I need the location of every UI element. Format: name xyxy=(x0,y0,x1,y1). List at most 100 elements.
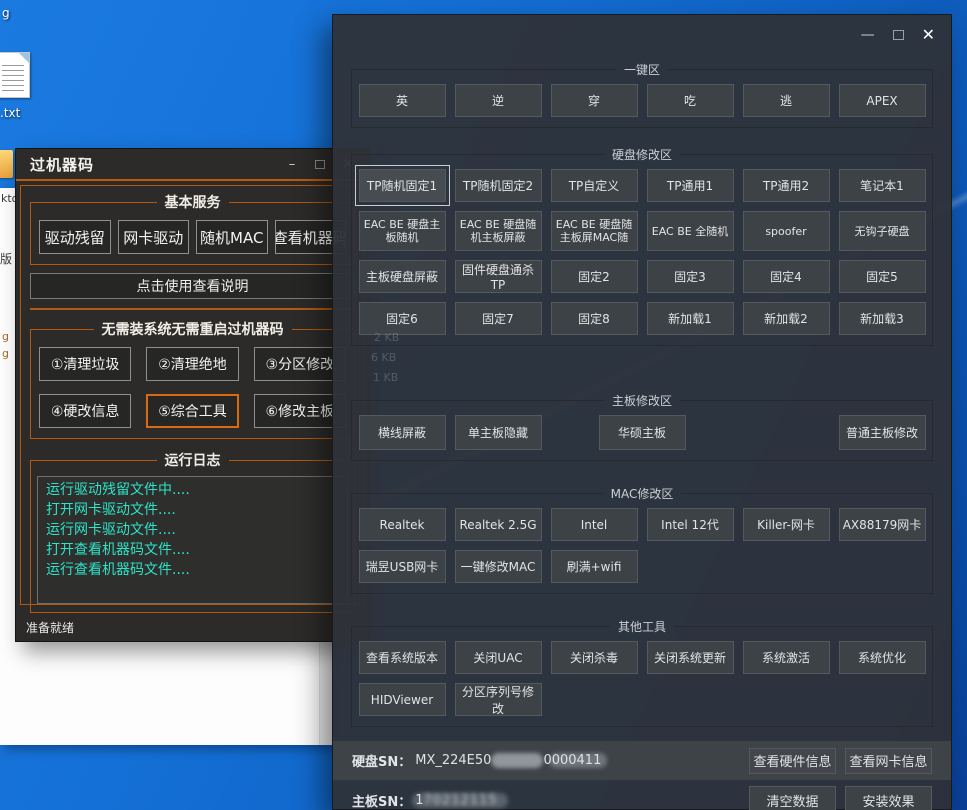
disk-row-3: 主板硬盘屏蔽固件硬盘通杀TP 固定2 固定3 固定4 固定5 xyxy=(358,260,926,293)
ghost-filesize-text: 6 KB xyxy=(371,351,396,364)
tool-panel-window: — ✕ 一键区 英逆穿吃逃APEX 硬盘修改区 TP随机固定1TP随机固定2TP… xyxy=(332,14,952,810)
disk-button[interactable]: 无钩子硬盘 xyxy=(839,211,926,251)
tool-button[interactable]: 关闭杀毒 xyxy=(551,641,638,674)
board-button[interactable]: 横线屏蔽 xyxy=(359,415,446,450)
desktop-icon-label[interactable]: g xyxy=(2,6,10,20)
disk-button[interactable]: EAC BE 全随机 xyxy=(647,211,734,251)
onekey-button[interactable]: 逃 xyxy=(743,84,830,117)
disk-button[interactable]: TP随机固定1 xyxy=(359,169,446,202)
text-file-icon[interactable] xyxy=(0,52,30,98)
disk-button[interactable]: TP自定义 xyxy=(551,169,638,202)
right-titlebar[interactable]: — ✕ xyxy=(333,15,951,55)
view-nic-info-button[interactable]: 查看网卡信息 xyxy=(845,748,932,774)
noreboot-step-button[interactable]: ①清理垃圾 xyxy=(39,347,131,381)
basic-service-button[interactable]: 随机MAC xyxy=(196,220,268,254)
noreboot-step-button[interactable]: ④硬改信息 xyxy=(39,394,131,428)
board-sn-row: 主板SN： 170212115 清空数据 安装效果 xyxy=(333,786,951,810)
board-button[interactable]: 单主板隐藏 xyxy=(455,415,542,450)
onekey-button[interactable]: 逆 xyxy=(455,84,542,117)
disk-button[interactable]: 固定8 xyxy=(551,302,638,335)
disk-button[interactable]: 固定5 xyxy=(839,260,926,293)
mac-button[interactable]: Realtek xyxy=(359,508,446,541)
minimize-icon[interactable]: — xyxy=(861,28,875,42)
disk-button[interactable]: 新加载1 xyxy=(647,302,734,335)
disk-button[interactable]: 新加载2 xyxy=(743,302,830,335)
tool-button[interactable]: 分区序列号修改 xyxy=(455,683,542,716)
tool-button[interactable]: 关闭UAC xyxy=(455,641,542,674)
group-noreboot: 无需装系统无需重启过机器码 ①清理垃圾②清理绝地③分区修改④硬改信息⑤综合工具⑥… xyxy=(30,319,355,439)
mac-button[interactable]: Realtek 2.5G xyxy=(455,508,542,541)
disk-button[interactable]: 固件硬盘通杀TP xyxy=(455,260,542,293)
group-mac-modify: MAC修改区 RealtekRealtek 2.5GIntelIntel 12代… xyxy=(351,485,933,594)
board-button[interactable]: 普通主板修改 xyxy=(839,415,926,450)
tool-button[interactable]: 系统激活 xyxy=(743,641,830,674)
mac-button[interactable]: Killer-网卡 xyxy=(743,508,830,541)
group-disk-modify: 硬盘修改区 TP随机固定1TP随机固定2TP自定义TP通用1TP通用2笔记本1 … xyxy=(351,146,933,346)
mac-row-2: 瑞昱USB网卡一键修改MAC 刷满+wifi xyxy=(358,550,926,583)
orange-divider xyxy=(16,179,369,181)
disk-button[interactable]: 固定4 xyxy=(743,260,830,293)
mac-button[interactable]: AX88179网卡 xyxy=(839,508,926,541)
mac-button[interactable]: 一键修改MAC xyxy=(455,550,542,583)
folder-icon[interactable] xyxy=(0,150,13,178)
onekey-button[interactable]: 穿 xyxy=(551,84,638,117)
text-file-label[interactable]: .txt xyxy=(0,106,20,120)
tool-button[interactable]: HIDViewer xyxy=(359,683,446,716)
usage-help-button[interactable]: 点击使用查看说明 xyxy=(30,273,355,299)
status-bar: 准备就绪 xyxy=(26,619,74,636)
noreboot-step-button[interactable]: ②清理绝地 xyxy=(146,347,238,381)
close-icon[interactable]: ✕ xyxy=(922,27,935,43)
onekey-buttons-row: 英逆穿吃逃 APEX xyxy=(358,84,926,117)
disk-button[interactable]: EAC BE 硬盘随机主板屏蔽 xyxy=(455,211,542,251)
disk-sn-value: MX_224E500000411 xyxy=(415,753,607,768)
basic-service-button[interactable]: 驱动残留 xyxy=(39,220,111,254)
onekey-button[interactable]: APEX xyxy=(839,84,926,117)
disk-button[interactable]: 固定6 xyxy=(359,302,446,335)
disk-button[interactable]: 主板硬盘屏蔽 xyxy=(359,260,446,293)
disk-button[interactable]: 固定3 xyxy=(647,260,734,293)
disk-button[interactable]: EAC BE 硬盘随 主板屏MAC随 xyxy=(551,211,638,251)
disk-button[interactable]: spoofer xyxy=(743,211,830,251)
group-title: 其他工具 xyxy=(610,618,674,635)
group-board-modify: 主板修改区 横线屏蔽 单主板隐藏 华硕主板 普通主板修改 xyxy=(351,392,933,461)
view-hardware-info-button[interactable]: 查看硬件信息 xyxy=(749,748,836,774)
disk-button[interactable]: TP随机固定2 xyxy=(455,169,542,202)
disk-row-4: 固定6 固定7 固定8 新加载1 新加载2 新加载3 xyxy=(358,302,926,335)
disk-button[interactable]: 固定2 xyxy=(551,260,638,293)
tool-button[interactable]: 系统优化 xyxy=(839,641,926,674)
onekey-button[interactable]: 英 xyxy=(359,84,446,117)
board-button[interactable]: 华硕主板 xyxy=(599,415,686,450)
desktop: g .txt kto 版 g g 过机器码 – ✕ 基本服务 驱动残留网卡驱动随… xyxy=(0,0,967,810)
disk-button[interactable]: TP通用1 xyxy=(647,169,734,202)
mac-row-1: Realtek Realtek 2.5G Intel Intel 12代 Killer-… xyxy=(358,508,926,541)
mac-button[interactable]: 刷满+wifi xyxy=(551,550,638,583)
file-list-fragment: g xyxy=(2,330,9,343)
maximize-icon[interactable] xyxy=(893,30,904,40)
left-titlebar[interactable]: 过机器码 – ✕ xyxy=(16,149,369,179)
noreboot-step-button[interactable]: ⑤综合工具 xyxy=(146,394,238,428)
onekey-button[interactable]: 吃 xyxy=(647,84,734,117)
clear-data-button[interactable]: 清空数据 xyxy=(749,786,836,810)
group-onekey: 一键区 英逆穿吃逃APEX xyxy=(351,61,933,128)
censor-blur xyxy=(549,753,607,768)
install-effect-button[interactable]: 安装效果 xyxy=(845,786,932,810)
basic-service-button[interactable]: 网卡驱动 xyxy=(118,220,190,254)
file-list-fragment: 版 xyxy=(0,250,12,267)
run-log-box[interactable]: 运行驱动残留文件中....打开网卡驱动文件....运行网卡驱动文件....打开查… xyxy=(37,476,348,604)
disk-button[interactable]: 新加载3 xyxy=(839,302,926,335)
group-title: 无需装系统无需重启过机器码 xyxy=(94,319,292,339)
mac-button[interactable]: 瑞昱USB网卡 xyxy=(359,550,446,583)
maximize-icon[interactable] xyxy=(315,160,325,169)
disk-button[interactable]: 固定7 xyxy=(455,302,542,335)
group-title: 运行日志 xyxy=(157,450,229,470)
orange-divider xyxy=(30,308,355,310)
log-line: 打开网卡驱动文件.... xyxy=(46,500,339,520)
disk-button[interactable]: TP通用2 xyxy=(743,169,830,202)
disk-button[interactable]: 笔记本1 xyxy=(839,169,926,202)
tool-button[interactable]: 关闭系统更新 xyxy=(647,641,734,674)
mac-button[interactable]: Intel xyxy=(551,508,638,541)
mac-button[interactable]: Intel 12代 xyxy=(647,508,734,541)
tool-button[interactable]: 查看系统版本 xyxy=(359,641,446,674)
disk-button[interactable]: EAC BE 硬盘主板随机 xyxy=(359,211,446,251)
minimize-icon[interactable]: – xyxy=(285,157,299,172)
